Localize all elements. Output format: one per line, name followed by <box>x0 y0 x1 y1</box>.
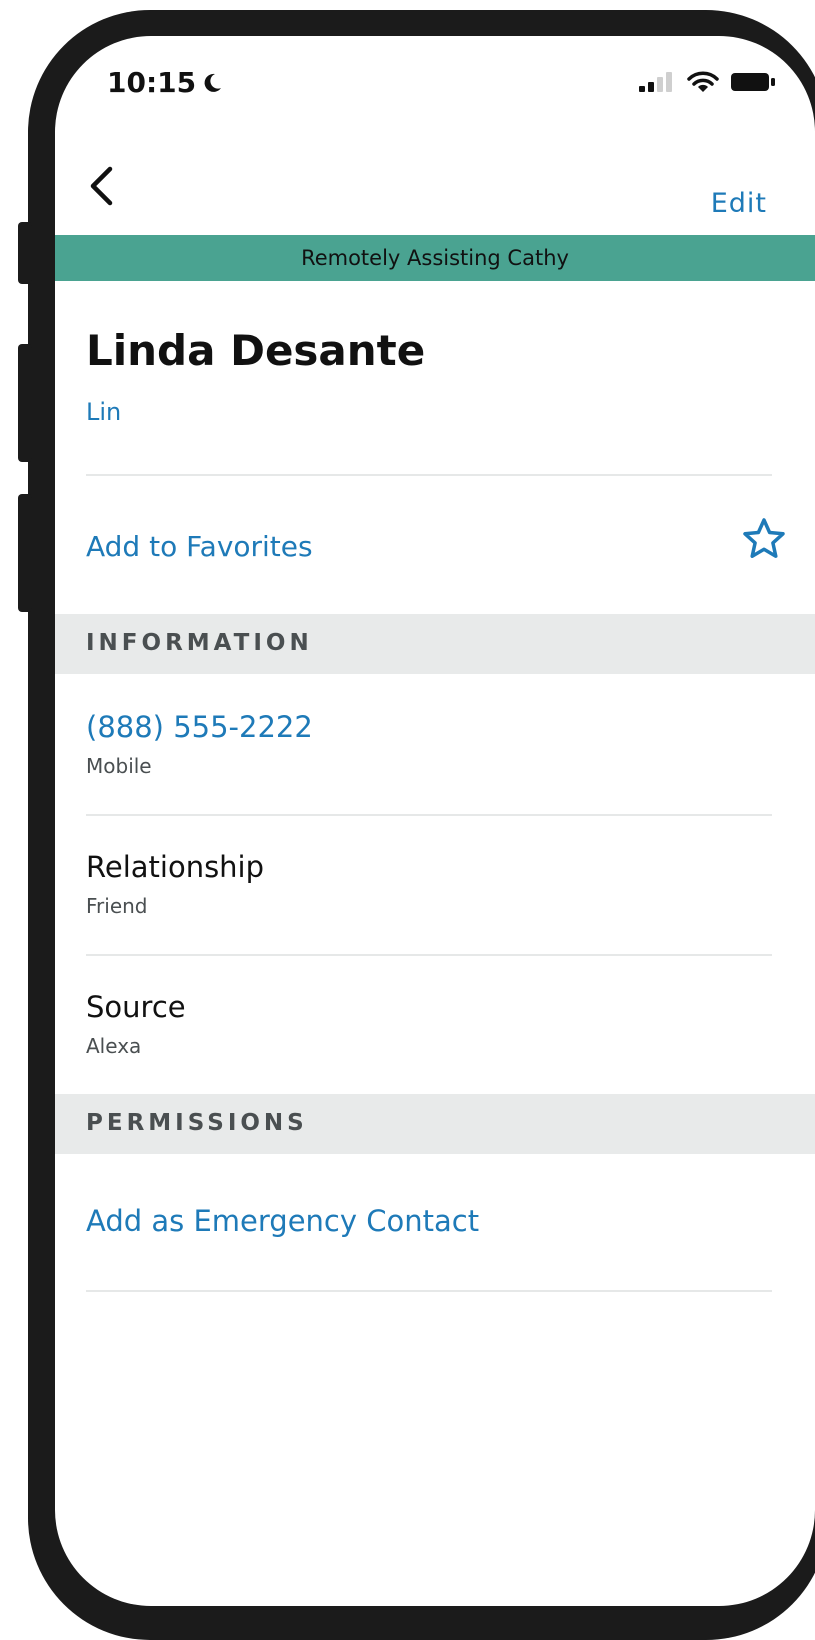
wifi-icon <box>687 71 719 92</box>
edit-button[interactable]: Edit <box>711 188 767 219</box>
phone-screen: 10:15 Edit Remotely Assisting Cathy Lind… <box>55 36 815 1606</box>
volume-up-button <box>18 344 32 462</box>
add-emergency-contact-row[interactable]: Add as Emergency Contact <box>55 1154 815 1284</box>
status-bar-time: 10:15 <box>107 66 224 99</box>
source-item: Source Alexa <box>55 954 815 1094</box>
relationship-item: Relationship Friend <box>55 814 815 954</box>
information-header-label: INFORMATION <box>86 630 313 656</box>
remote-assist-banner: Remotely Assisting Cathy <box>55 235 815 281</box>
divider <box>86 1290 772 1292</box>
status-bar-icons <box>639 70 775 94</box>
information-section-header: INFORMATION <box>55 614 815 674</box>
cellular-signal-icon <box>639 72 672 92</box>
back-button[interactable] <box>81 156 121 216</box>
add-emergency-contact-label: Add as Emergency Contact <box>86 1204 480 1238</box>
source-title: Source <box>86 990 186 1024</box>
chevron-left-icon <box>90 166 113 206</box>
relationship-title: Relationship <box>86 850 265 884</box>
add-to-favorites-row[interactable]: Add to Favorites <box>55 476 815 584</box>
phone-number[interactable]: (888) 555-2222 <box>86 710 313 744</box>
remote-assist-banner-text: Remotely Assisting Cathy <box>301 246 569 270</box>
source-value: Alexa <box>86 1034 142 1058</box>
relationship-value: Friend <box>86 894 148 918</box>
volume-down-button <box>18 494 32 612</box>
contact-nickname: Lin <box>86 398 122 426</box>
clock: 10:15 <box>107 66 197 99</box>
phone-type-label: Mobile <box>86 754 152 778</box>
mute-switch <box>18 222 32 284</box>
phone-number-item[interactable]: (888) 555-2222 Mobile <box>55 674 815 814</box>
contact-name: Linda Desante <box>86 326 426 375</box>
permissions-header-label: PERMISSIONS <box>86 1110 308 1136</box>
moon-icon <box>204 73 222 92</box>
add-to-favorites-label: Add to Favorites <box>86 530 313 563</box>
permissions-section-header: PERMISSIONS <box>55 1094 815 1154</box>
star-icon[interactable] <box>741 516 787 562</box>
battery-icon <box>731 73 775 91</box>
